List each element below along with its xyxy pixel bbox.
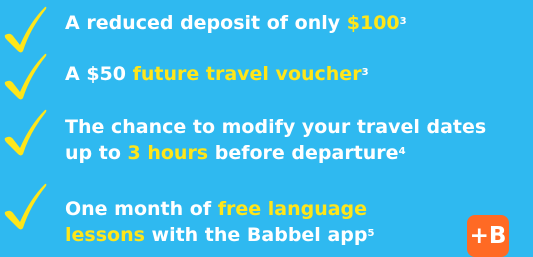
benefit-4-text-start: One month of bbox=[65, 198, 218, 220]
benefit-4-highlight-1: free language bbox=[217, 198, 368, 220]
benefit-1-text-start: A reduced deposit of only bbox=[65, 12, 347, 34]
footnote-marker-2: 3 bbox=[361, 67, 369, 78]
benefit-text-2: A $50 future travel voucher3 bbox=[65, 61, 369, 87]
benefit-2-highlight: future travel voucher bbox=[132, 63, 362, 85]
babbel-app-icon: +B bbox=[467, 215, 509, 257]
footnote-marker-5: 5 bbox=[367, 228, 375, 239]
checkmark-icon bbox=[2, 108, 48, 158]
benefit-3-highlight: 3 hours bbox=[127, 142, 209, 164]
checkmark-icon bbox=[2, 182, 48, 232]
benefit-2-text-start: A $50 bbox=[65, 63, 133, 85]
footnote-marker-4: 4 bbox=[398, 146, 406, 157]
benefit-3-text-end: before departure bbox=[208, 142, 399, 164]
footnote-marker-1: 3 bbox=[399, 16, 407, 27]
benefit-1-highlight: $100 bbox=[346, 12, 400, 34]
benefit-text-1: A reduced deposit of only $1003 bbox=[65, 10, 407, 36]
checkmark-icon bbox=[2, 52, 48, 102]
benefit-4-highlight-2: lessons bbox=[65, 224, 145, 246]
checkmark-icon bbox=[2, 5, 48, 55]
benefit-text-4: One month of free language lessons with … bbox=[65, 196, 374, 248]
benefit-3-line-2: up to 3 hours before departure4 bbox=[65, 140, 486, 166]
benefit-4-text-end: with the Babbel app bbox=[144, 224, 368, 246]
benefit-4-line-2: lessons with the Babbel app5 bbox=[65, 222, 374, 248]
benefit-3-line-1: The chance to modify your travel dates bbox=[65, 116, 487, 138]
benefit-text-3: The chance to modify your travel dates u… bbox=[65, 114, 486, 166]
benefit-4-line-1: One month of free language bbox=[65, 196, 374, 222]
benefit-3-text-start: up to bbox=[65, 142, 128, 164]
